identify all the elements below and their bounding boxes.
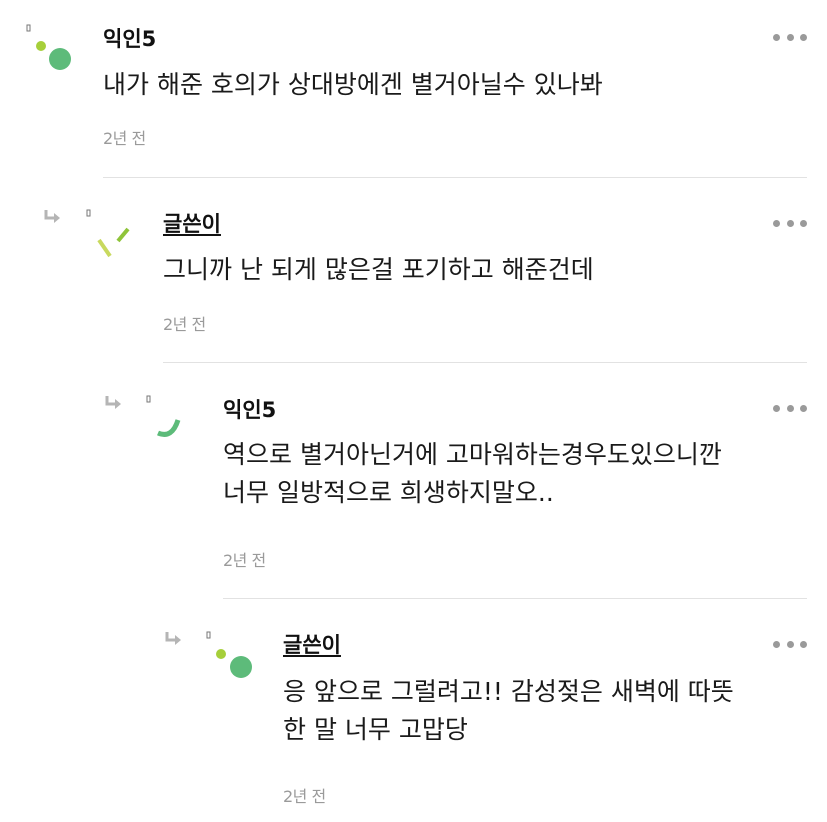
more-options-button[interactable]	[773, 401, 807, 415]
comment-item: 익인5 역으로 별거아닌거에 고마워하는경우도있으니깐 너무 일방적으로 희생하…	[0, 365, 827, 600]
more-horizontal-icon	[773, 640, 780, 648]
reply-arrow-icon	[43, 209, 63, 225]
comment-item: 익인5 내가 해준 호의가 상대방에겐 별거아닐수 있나봐 2년 전	[0, 0, 827, 180]
comment-item: 글쓴이 그니까 난 되게 많은걸 포기하고 해준건데 2년 전	[0, 180, 827, 365]
reply-arrow-icon	[104, 395, 124, 411]
comment-author[interactable]: 익인5	[223, 397, 276, 423]
more-horizontal-icon	[773, 33, 780, 41]
divider	[223, 598, 807, 599]
more-options-button[interactable]	[773, 30, 807, 44]
comment-time: 2년 전	[283, 787, 326, 806]
dot-circle-avatar-icon[interactable]	[204, 629, 260, 685]
divider	[103, 177, 807, 178]
arc-avatar-icon[interactable]	[144, 393, 200, 449]
divider	[163, 362, 807, 363]
comment-time: 2년 전	[223, 551, 266, 570]
comment-author-op[interactable]: 글쓴이	[163, 211, 221, 237]
comment-text: 내가 해준 호의가 상대방에겐 별거아닐수 있나봐	[103, 70, 603, 99]
comment-text: 역으로 별거아닌거에 고마워하는경우도있으니깐 너무 일방적으로 희생하지말오.…	[223, 440, 722, 507]
comment-time: 2년 전	[163, 315, 206, 334]
more-options-button[interactable]	[773, 216, 807, 230]
comment-author[interactable]: 익인5	[103, 26, 156, 52]
dot-circle-avatar-icon[interactable]	[24, 22, 80, 78]
reply-arrow-icon	[164, 631, 184, 647]
comment-text: 그니까 난 되게 많은걸 포기하고 해준건데	[163, 255, 594, 284]
slash-lines-avatar-icon[interactable]	[84, 207, 140, 263]
comment-author-op[interactable]: 글쓴이	[283, 632, 341, 658]
more-horizontal-icon	[773, 219, 780, 227]
comment-item: 글쓴이 응 앞으로 그럴려고!! 감성젖은 새벽에 따뜻 한 말 너무 고맙당 …	[0, 600, 827, 822]
more-options-button[interactable]	[773, 637, 807, 651]
comment-time: 2년 전	[103, 129, 146, 148]
more-horizontal-icon	[773, 404, 780, 412]
comment-text: 응 앞으로 그럴려고!! 감성젖은 새벽에 따뜻 한 말 너무 고맙당	[283, 677, 734, 744]
